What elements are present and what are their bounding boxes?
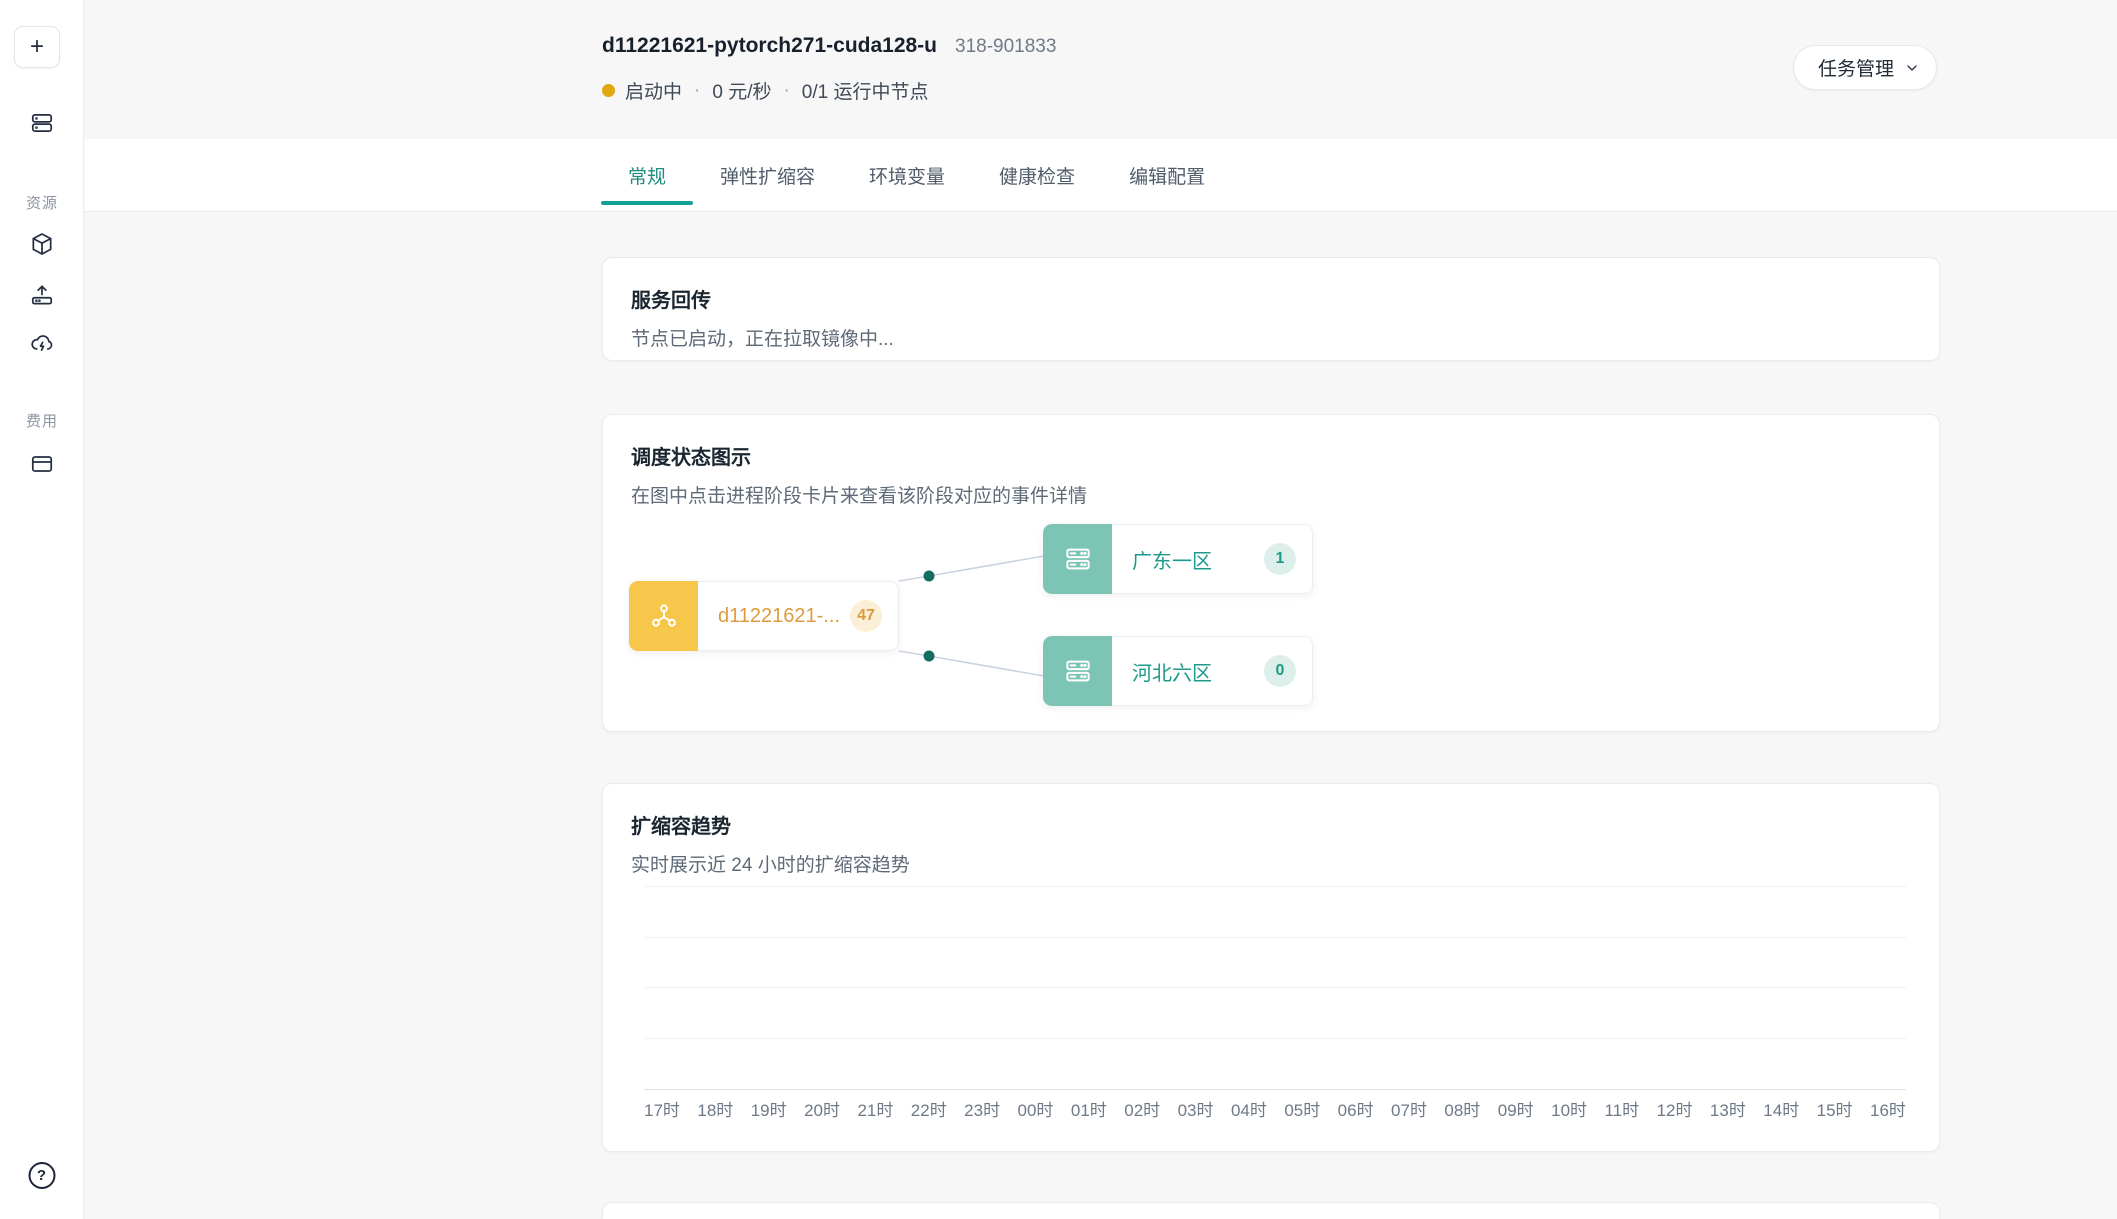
sidebar-item-cloud-compute[interactable] (22, 323, 62, 363)
sidebar-item-instances[interactable] (22, 103, 62, 143)
x-axis-tick: 15时 (1817, 1096, 1853, 1121)
hub-icon (629, 581, 698, 651)
x-axis-tick: 07时 (1391, 1096, 1427, 1121)
node-count-badge: 1 (1264, 543, 1296, 575)
tab-label: 常规 (628, 162, 666, 189)
edge-dot-icon (924, 651, 935, 662)
tab-autoscaling[interactable]: 弹性扩缩容 (693, 139, 842, 211)
tab-label: 环境变量 (869, 162, 945, 189)
x-axis-tick: 16时 (1870, 1096, 1906, 1121)
x-axis-tick: 05时 (1284, 1096, 1320, 1121)
task-manage-label: 任务管理 (1818, 54, 1894, 81)
question-mark-icon: ? (37, 1167, 46, 1184)
x-axis-tick: 11时 (1604, 1096, 1639, 1121)
page: + 资源 (0, 0, 2117, 1219)
x-axis-tick: 01时 (1071, 1096, 1107, 1121)
tab-edit-config[interactable]: 编辑配置 (1102, 139, 1232, 211)
flow-node-region-guangdong[interactable]: 广东一区 1 (1043, 524, 1313, 594)
gridline (644, 987, 1906, 988)
scaling-trend-card: 扩缩容趋势 实时展示近 24 小时的扩缩容趋势 17时 18时 19时 20时 21时 2… (602, 783, 1940, 1152)
tab-general[interactable]: 常规 (601, 139, 693, 211)
sidebar-item-billing[interactable] (22, 444, 62, 484)
x-axis-tick: 21时 (857, 1096, 893, 1121)
x-axis-tick: 17时 (644, 1096, 680, 1121)
server-stack-icon (29, 110, 55, 136)
x-axis-tick: 02时 (1124, 1096, 1160, 1121)
sidebar-section-billing: 费用 (0, 410, 84, 431)
chevron-down-icon (1904, 60, 1920, 76)
flow-node-region-hebei[interactable]: 河北六区 0 (1043, 636, 1313, 706)
tab-env-vars[interactable]: 环境变量 (842, 139, 972, 211)
gridline (644, 886, 1906, 887)
x-axis-tick: 06时 (1338, 1096, 1374, 1121)
x-axis-tick: 18时 (697, 1096, 733, 1121)
sidebar-item-upload[interactable] (22, 275, 62, 315)
card-subtitle: 在图中点击进程阶段卡片来查看该阶段对应的事件详情 (631, 481, 1911, 508)
service-callback-card: 服务回传 节点已启动，正在拉取镜像中... (602, 257, 1940, 361)
gridline (644, 937, 1906, 938)
x-axis-tick: 20时 (804, 1096, 840, 1121)
help-button[interactable]: ? (28, 1162, 55, 1189)
cloud-lightning-icon (29, 330, 55, 356)
x-axis-tick: 13时 (1710, 1096, 1746, 1121)
status-state: 启动中 (625, 77, 682, 104)
tab-bar: 常规 弹性扩缩容 环境变量 健康检查 编辑配置 (85, 139, 2117, 212)
card-title: 服务回传 (631, 284, 1911, 313)
server-rack-icon (1043, 524, 1112, 594)
tab-label: 健康检查 (999, 162, 1075, 189)
schedule-status-card: 调度状态图示 在图中点击进程阶段卡片来查看该阶段对应的事件详情 (602, 414, 1940, 732)
status-nodes: 0/1 运行中节点 (802, 77, 929, 104)
x-axis-tick: 04时 (1231, 1096, 1267, 1121)
edge-dot-icon (924, 571, 935, 582)
node-count-badge: 47 (850, 600, 882, 632)
flow-node-source[interactable]: d11221621-... 47 (629, 581, 899, 651)
separator: · (781, 80, 791, 102)
plus-icon: + (30, 35, 44, 59)
upload-tray-icon (29, 282, 55, 308)
card-subtitle: 实时展示近 24 小时的扩缩容趋势 (631, 850, 1911, 877)
tabs: 常规 弹性扩缩容 环境变量 健康检查 编辑配置 (601, 139, 1232, 211)
separator: · (692, 80, 702, 102)
node-count-badge: 0 (1264, 655, 1296, 687)
node-label: 河北六区 (1132, 657, 1212, 686)
x-axis-tick: 00时 (1018, 1096, 1054, 1121)
tab-label: 弹性扩缩容 (720, 162, 815, 189)
x-axis-tick: 19时 (751, 1096, 787, 1121)
header: d11221621-pytorch271-cuda128-u 318-90183… (602, 34, 1056, 58)
status-dot-icon (602, 84, 615, 97)
active-tab-underline (601, 201, 693, 205)
x-axis-tick: 03时 (1178, 1096, 1214, 1121)
x-axis-tick: 10时 (1551, 1096, 1587, 1121)
x-axis-tick: 23时 (964, 1096, 1000, 1121)
x-axis: 17时 18时 19时 20时 21时 22时 23时 00时 01时 02时 03时 04时 05时 0… (644, 1096, 1906, 1121)
x-axis-tick: 08时 (1444, 1096, 1480, 1121)
status-row: 启动中 · 0 元/秒 · 0/1 运行中节点 (602, 77, 929, 104)
sidebar: + 资源 (0, 0, 84, 1219)
credit-card-icon (29, 451, 55, 477)
task-manage-button[interactable]: 任务管理 (1793, 45, 1937, 90)
sidebar-item-images[interactable] (22, 224, 62, 264)
x-axis-tick: 12时 (1657, 1096, 1693, 1121)
tab-label: 编辑配置 (1129, 162, 1205, 189)
card-title: 调度状态图示 (631, 441, 1911, 470)
x-axis-tick: 14时 (1763, 1096, 1799, 1121)
create-button[interactable]: + (14, 26, 60, 68)
task-id: 318-901833 (955, 36, 1056, 58)
node-label: d11221621-... (718, 605, 840, 628)
package-cube-icon (29, 231, 55, 257)
gridline (644, 1038, 1906, 1039)
x-axis-line (644, 1089, 1906, 1090)
sidebar-section-resources: 资源 (0, 192, 84, 213)
service-message: 节点已启动，正在拉取镜像中... (631, 324, 1911, 351)
card-title: 扩缩容趋势 (631, 810, 1911, 839)
tab-health-check[interactable]: 健康检查 (972, 139, 1102, 211)
partial-card (602, 1202, 1940, 1219)
x-axis-tick: 09时 (1498, 1096, 1534, 1121)
server-rack-icon (1043, 636, 1112, 706)
page-title: d11221621-pytorch271-cuda128-u (602, 34, 937, 58)
x-axis-tick: 22时 (911, 1096, 947, 1121)
node-label: 广东一区 (1132, 545, 1212, 574)
status-price: 0 元/秒 (712, 77, 771, 104)
